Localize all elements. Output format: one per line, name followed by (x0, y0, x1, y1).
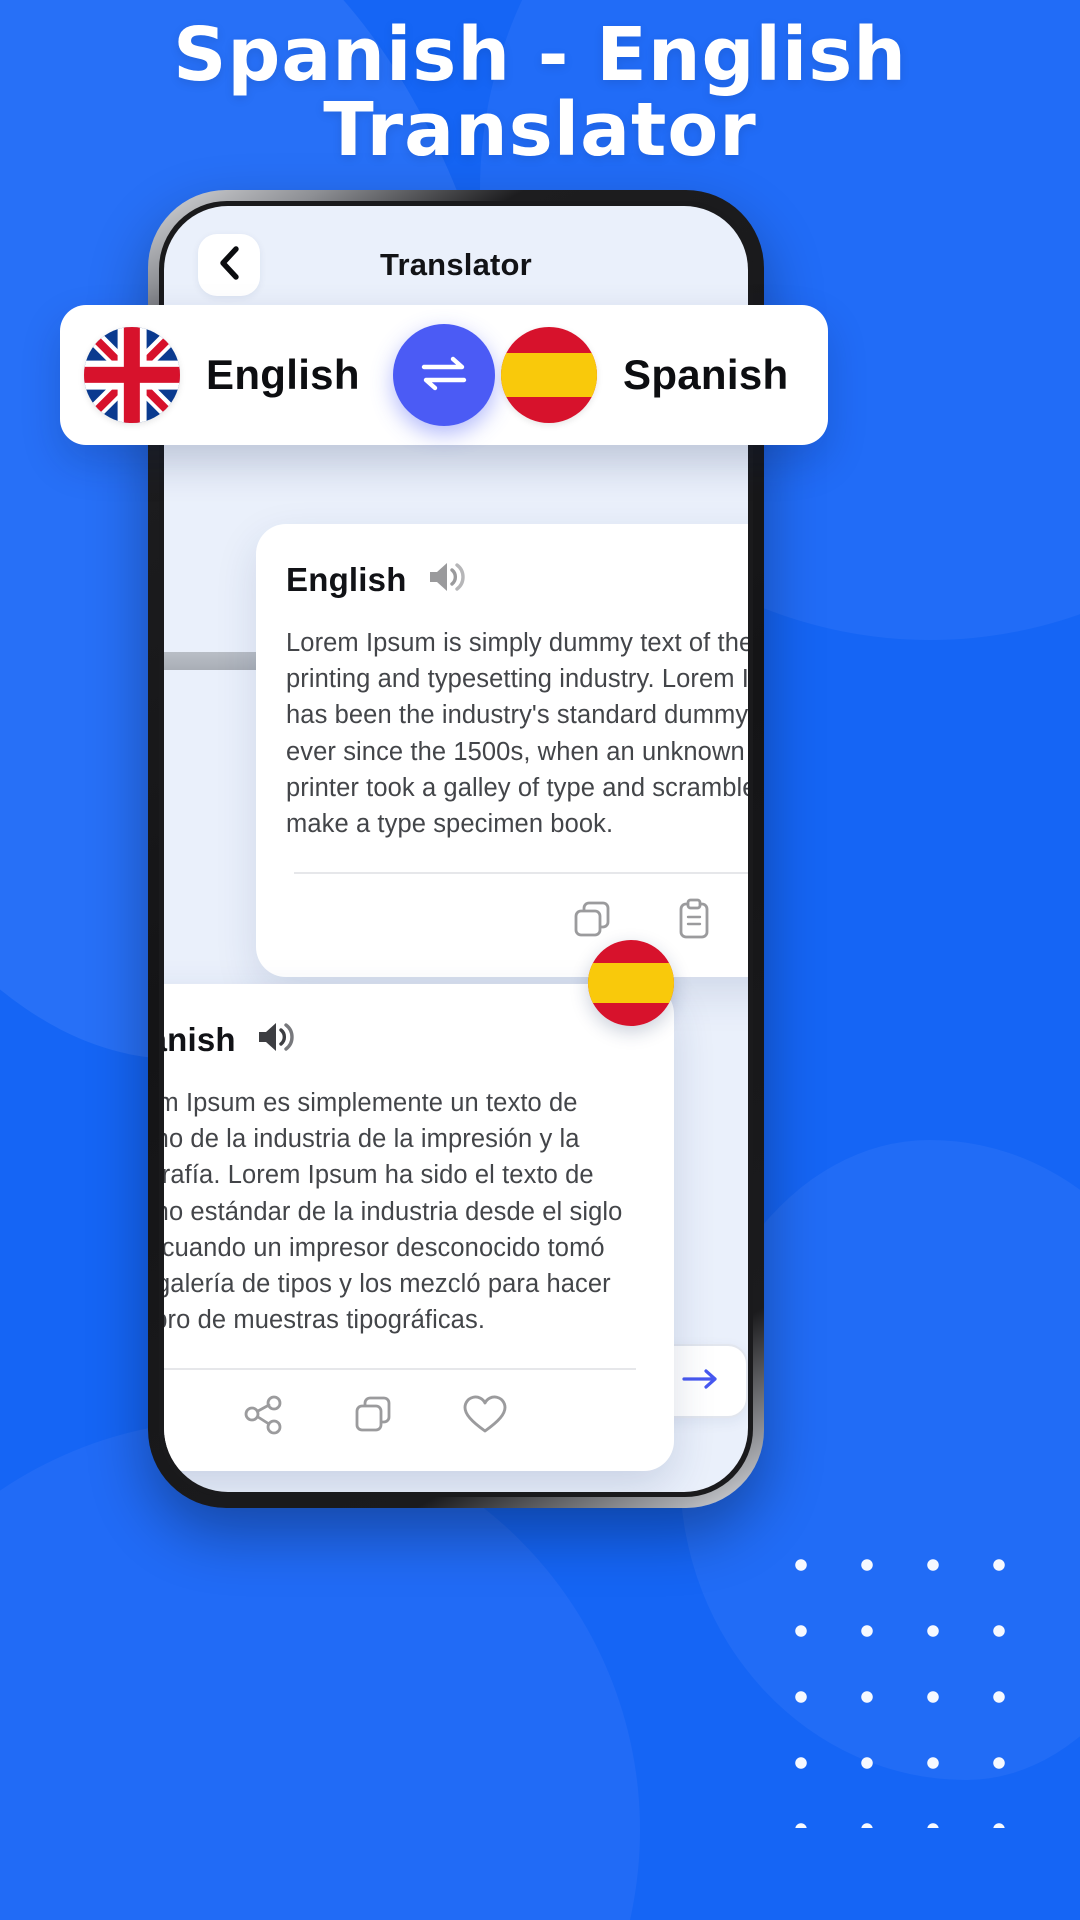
target-text-card: Spanish Lorem Ipsum es simplemente un te… (164, 940, 674, 1472)
page-title-line-2: Translator (323, 87, 757, 174)
page-title-line-1: Spanish - English (173, 12, 907, 98)
heart-icon[interactable] (461, 1393, 509, 1442)
target-card-actions (164, 1370, 644, 1445)
source-card-header: English (286, 560, 748, 599)
arrow-right-icon (682, 1368, 720, 1395)
source-text-card: English Lorem Ipsum is simply dummy text… (256, 524, 748, 978)
page-title: Spanish - English Translator (0, 17, 1080, 174)
uk-flag-icon (84, 327, 180, 423)
target-language-name: Spanish (623, 351, 789, 398)
spain-flag-icon (588, 940, 674, 1026)
source-card-actions (286, 874, 748, 951)
source-language-selector[interactable]: English (84, 327, 387, 423)
share-icon[interactable] (241, 1392, 287, 1443)
dot-grid-pattern (764, 1528, 1054, 1828)
target-card-header: Spanish (164, 1020, 644, 1059)
speaker-icon[interactable] (427, 560, 467, 599)
back-button[interactable] (198, 234, 260, 296)
chevron-left-icon (216, 245, 242, 285)
language-selector-bar: English Spanish (60, 305, 828, 445)
app-content: English Lorem Ipsum is simply dummy text… (164, 324, 748, 1492)
target-text[interactable]: Lorem Ipsum es simplemente un texto de r… (164, 1085, 644, 1338)
source-language-label: English (286, 560, 407, 598)
spain-flag-icon (501, 327, 597, 423)
target-language-selector[interactable]: Spanish (501, 327, 804, 423)
speaker-icon[interactable] (256, 1020, 296, 1059)
copy-icon[interactable] (351, 1392, 397, 1443)
swap-languages-button[interactable] (393, 324, 495, 426)
source-language-name: English (206, 351, 360, 398)
target-language-label: Spanish (164, 1020, 236, 1058)
swap-horizontal-icon (416, 350, 472, 401)
source-text[interactable]: Lorem Ipsum is simply dummy text of the … (286, 625, 748, 842)
paste-icon[interactable] (672, 897, 716, 948)
